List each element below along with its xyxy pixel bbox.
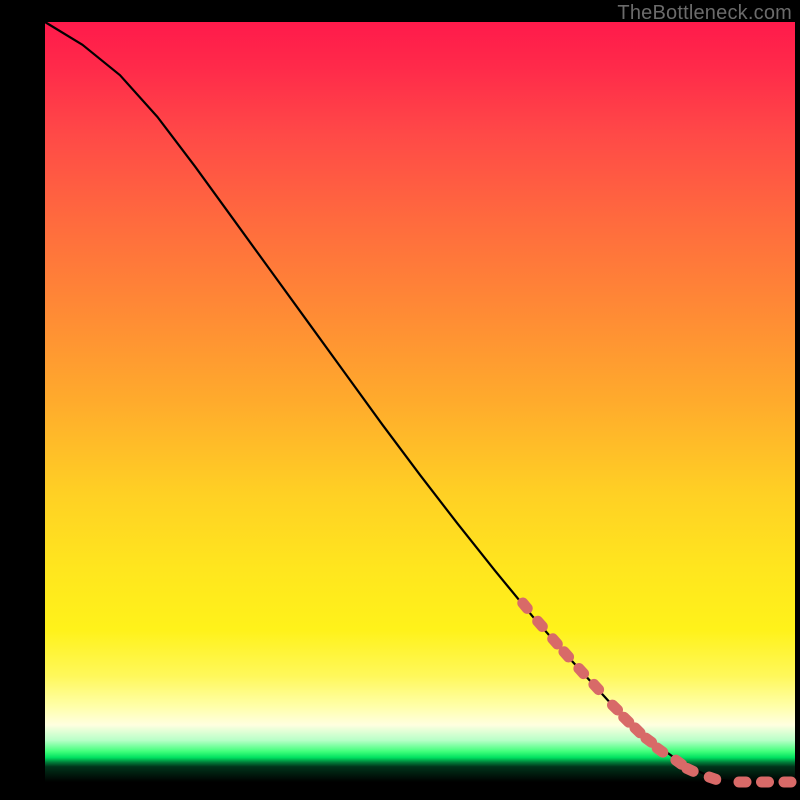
data-marker — [779, 777, 797, 788]
data-marker — [702, 770, 723, 786]
outer-frame: TheBottleneck.com — [0, 0, 800, 800]
data-marker — [734, 777, 752, 788]
data-marker — [756, 777, 774, 788]
plot-area — [45, 22, 795, 782]
marker-group — [515, 595, 796, 787]
chart-svg — [45, 22, 795, 782]
curve-line — [45, 22, 795, 782]
